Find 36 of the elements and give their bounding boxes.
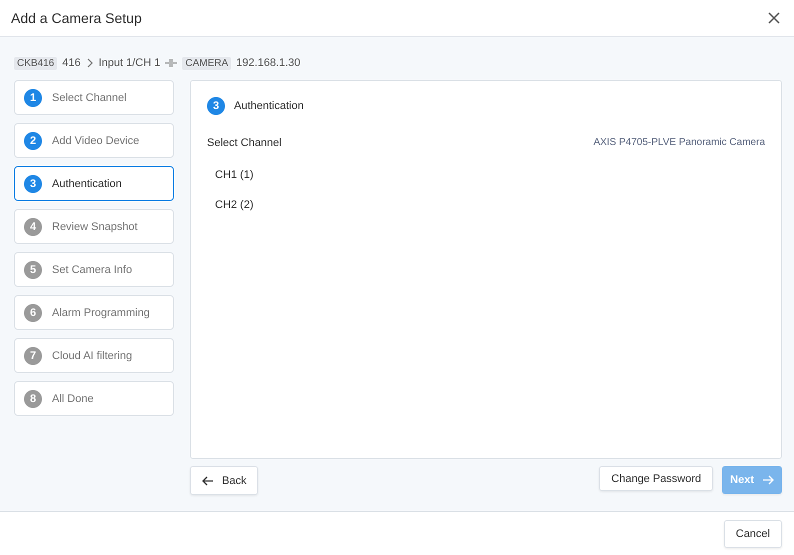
channel-option[interactable]: CH2 (2) xyxy=(207,190,262,220)
step-number-badge: 3 xyxy=(24,174,42,192)
back-button[interactable]: Back xyxy=(190,466,258,495)
camera-model: AXIS P4705-PLVE Panoramic Camera xyxy=(593,137,765,149)
step-item[interactable]: 4 Review Snapshot xyxy=(14,209,174,244)
step-number-badge: 6 xyxy=(24,304,42,322)
device-tag: CKB416 xyxy=(14,56,58,70)
arrow-left-icon xyxy=(202,476,214,486)
close-icon[interactable] xyxy=(766,10,782,26)
step-item[interactable]: 7 Cloud AI filtering xyxy=(14,338,174,373)
step-number-badge: 1 xyxy=(24,88,42,106)
step-item[interactable]: 5 Set Camera Info xyxy=(14,252,174,287)
panel-title: Authentication xyxy=(234,100,304,112)
step-item[interactable]: 8 All Done xyxy=(14,381,174,416)
step-number-badge: 3 xyxy=(207,97,225,115)
change-password-button[interactable]: Change Password xyxy=(599,466,714,491)
step-number-badge: 7 xyxy=(24,346,42,364)
step-item[interactable]: 1 Select Channel xyxy=(14,80,174,115)
step-number-badge: 8 xyxy=(24,390,42,408)
step-item[interactable]: 3 Authentication xyxy=(14,166,174,201)
section-label: Select Channel xyxy=(207,137,282,149)
input-label: Input 1/CH 1 xyxy=(98,57,160,69)
step-number-badge: 2 xyxy=(24,132,42,150)
chevron-icon xyxy=(86,58,94,68)
connector-icon xyxy=(165,58,178,68)
camera-ip: 192.168.1.30 xyxy=(236,57,300,69)
step-item[interactable]: 6 Alarm Programming xyxy=(14,295,174,330)
window-title: Add a Camera Setup xyxy=(11,10,142,26)
camera-tag: CAMERA xyxy=(182,56,232,70)
step-number-badge: 5 xyxy=(24,260,42,278)
cancel-button[interactable]: Cancel xyxy=(724,520,782,548)
step-item[interactable]: 2 Add Video Device xyxy=(14,123,174,158)
step-number-badge: 4 xyxy=(24,218,42,236)
channel-option[interactable]: CH1 (1) xyxy=(207,160,262,190)
device-id: 416 xyxy=(62,57,81,69)
arrow-right-icon xyxy=(762,475,774,485)
